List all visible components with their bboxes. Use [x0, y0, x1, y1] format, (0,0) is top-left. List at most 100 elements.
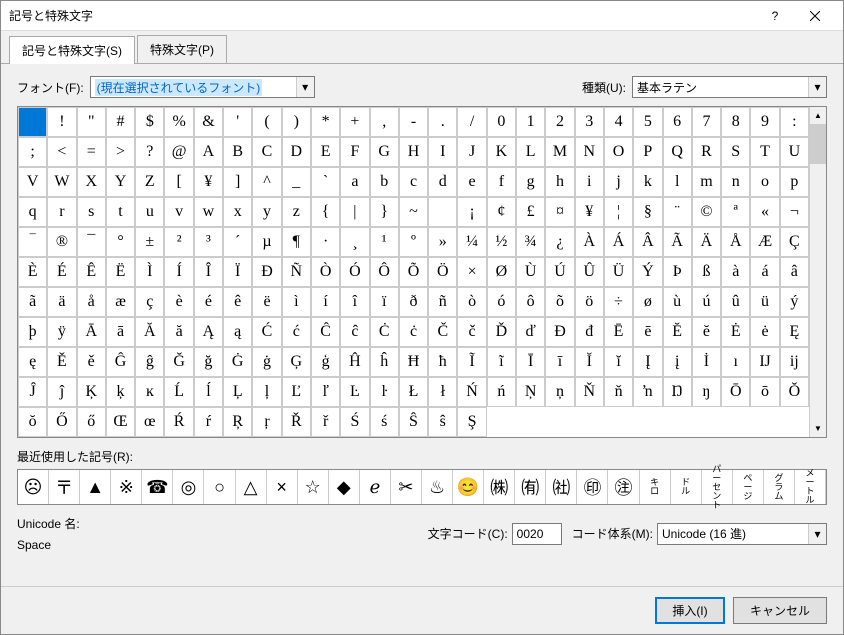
char-cell[interactable]: (	[252, 107, 281, 137]
char-cell[interactable]: ħ	[428, 347, 457, 377]
char-cell[interactable]: .	[428, 107, 457, 137]
char-cell[interactable]: M	[545, 137, 574, 167]
recent-cell[interactable]: ドル	[671, 470, 702, 504]
char-cell[interactable]: ÿ	[47, 317, 76, 347]
char-cell[interactable]: ď	[516, 317, 545, 347]
char-cell[interactable]: Ő	[47, 407, 76, 437]
char-cell[interactable]: E	[311, 137, 340, 167]
char-cell[interactable]: Ř	[282, 407, 311, 437]
recent-cell[interactable]: グラム	[764, 470, 795, 504]
char-cell[interactable]: "	[77, 107, 106, 137]
char-cell[interactable]: ś	[370, 407, 399, 437]
char-cell[interactable]: Į	[633, 347, 662, 377]
char-cell[interactable]: W	[47, 167, 76, 197]
char-cell[interactable]: <	[47, 137, 76, 167]
char-cell[interactable]: ķ	[106, 377, 135, 407]
char-cell[interactable]: Ŗ	[223, 407, 252, 437]
char-cell[interactable]: ô	[516, 287, 545, 317]
char-cell[interactable]: Ĵ	[18, 377, 47, 407]
char-cell[interactable]: Ĝ	[106, 347, 135, 377]
char-cell[interactable]: Þ	[663, 257, 692, 287]
recent-cell[interactable]: ☎	[142, 470, 173, 504]
char-cell[interactable]: á	[750, 257, 779, 287]
char-cell[interactable]: Ñ	[282, 257, 311, 287]
char-cell[interactable]: đ	[575, 317, 604, 347]
char-cell[interactable]: İ	[692, 347, 721, 377]
char-cell[interactable]: Ľ	[282, 377, 311, 407]
char-cell[interactable]: Ĉ	[311, 317, 340, 347]
char-cell[interactable]: ¥	[575, 197, 604, 227]
char-cell[interactable]: Ŀ	[340, 377, 369, 407]
char-cell[interactable]: F	[340, 137, 369, 167]
char-cell[interactable]: ¶	[282, 227, 311, 257]
recent-cell[interactable]: ×	[267, 470, 298, 504]
char-cell[interactable]: D	[282, 137, 311, 167]
code-input[interactable]	[512, 523, 562, 545]
char-cell[interactable]: ¾	[516, 227, 545, 257]
recent-cell[interactable]: 〒	[49, 470, 80, 504]
char-cell[interactable]: ~	[399, 197, 428, 227]
char-cell[interactable]: £	[516, 197, 545, 227]
char-cell[interactable]: ć	[282, 317, 311, 347]
char-cell[interactable]: Ć	[252, 317, 281, 347]
char-cell[interactable]: Ì	[135, 257, 164, 287]
char-cell[interactable]: ã	[18, 287, 47, 317]
char-cell[interactable]: f	[487, 167, 516, 197]
char-cell[interactable]: k	[633, 167, 662, 197]
char-cell[interactable]: Ĺ	[164, 377, 193, 407]
char-cell[interactable]: µ	[252, 227, 281, 257]
char-cell[interactable]: ð	[399, 287, 428, 317]
char-cell[interactable]: 5	[633, 107, 662, 137]
char-cell[interactable]: ě	[77, 347, 106, 377]
char-cell[interactable]: #	[106, 107, 135, 137]
char-cell[interactable]: à	[721, 257, 750, 287]
char-cell[interactable]: }	[370, 197, 399, 227]
char-cell[interactable]: b	[370, 167, 399, 197]
char-cell[interactable]: ;	[18, 137, 47, 167]
char-cell[interactable]: ‾	[18, 227, 47, 257]
char-cell[interactable]: Č	[428, 317, 457, 347]
char-cell[interactable]: Ŋ	[663, 377, 692, 407]
char-cell[interactable]: N	[575, 137, 604, 167]
char-cell[interactable]: ý	[780, 287, 809, 317]
char-cell[interactable]: ¸	[340, 227, 369, 257]
char-cell[interactable]: ¼	[457, 227, 486, 257]
char-cell[interactable]: Ŏ	[780, 377, 809, 407]
char-cell[interactable]: ·	[311, 227, 340, 257]
char-cell[interactable]: {	[311, 197, 340, 227]
close-button[interactable]	[795, 2, 835, 30]
char-cell[interactable]: I	[428, 137, 457, 167]
char-cell[interactable]: ľ	[311, 377, 340, 407]
char-cell[interactable]: 7	[692, 107, 721, 137]
tab-symbols[interactable]: 記号と特殊文字(S)	[9, 36, 135, 64]
char-cell[interactable]: ä	[47, 287, 76, 317]
char-cell[interactable]: î	[340, 287, 369, 317]
char-cell[interactable]: ń	[487, 377, 516, 407]
char-cell[interactable]: Ō	[721, 377, 750, 407]
char-cell[interactable]: ì	[282, 287, 311, 317]
char-cell[interactable]: 2	[545, 107, 574, 137]
recent-cell[interactable]: ✂	[391, 470, 422, 504]
char-cell[interactable]: p	[780, 167, 809, 197]
char-cell[interactable]: ç	[135, 287, 164, 317]
char-cell[interactable]: ŉ	[633, 377, 662, 407]
char-cell[interactable]: ļ	[252, 377, 281, 407]
char-cell[interactable]: O	[604, 137, 633, 167]
char-cell[interactable]: ł	[428, 377, 457, 407]
char-cell[interactable]: Ĭ	[575, 347, 604, 377]
scroll-up-icon[interactable]: ▲	[810, 107, 826, 124]
char-cell[interactable]: ı	[721, 347, 750, 377]
char-cell[interactable]: Ě	[47, 347, 76, 377]
char-cell[interactable]: ^	[252, 167, 281, 197]
char-cell[interactable]: y	[252, 197, 281, 227]
char-cell[interactable]: æ	[106, 287, 135, 317]
char-cell[interactable]: -	[399, 107, 428, 137]
char-cell[interactable]: Ë	[106, 257, 135, 287]
subset-select[interactable]: 基本ラテン ▾	[632, 76, 827, 98]
char-cell[interactable]: č	[457, 317, 486, 347]
recent-cell[interactable]: ※	[111, 470, 142, 504]
char-cell[interactable]: Ś	[340, 407, 369, 437]
char-cell[interactable]: í	[311, 287, 340, 317]
char-cell[interactable]: L	[516, 137, 545, 167]
char-cell[interactable]: )	[282, 107, 311, 137]
